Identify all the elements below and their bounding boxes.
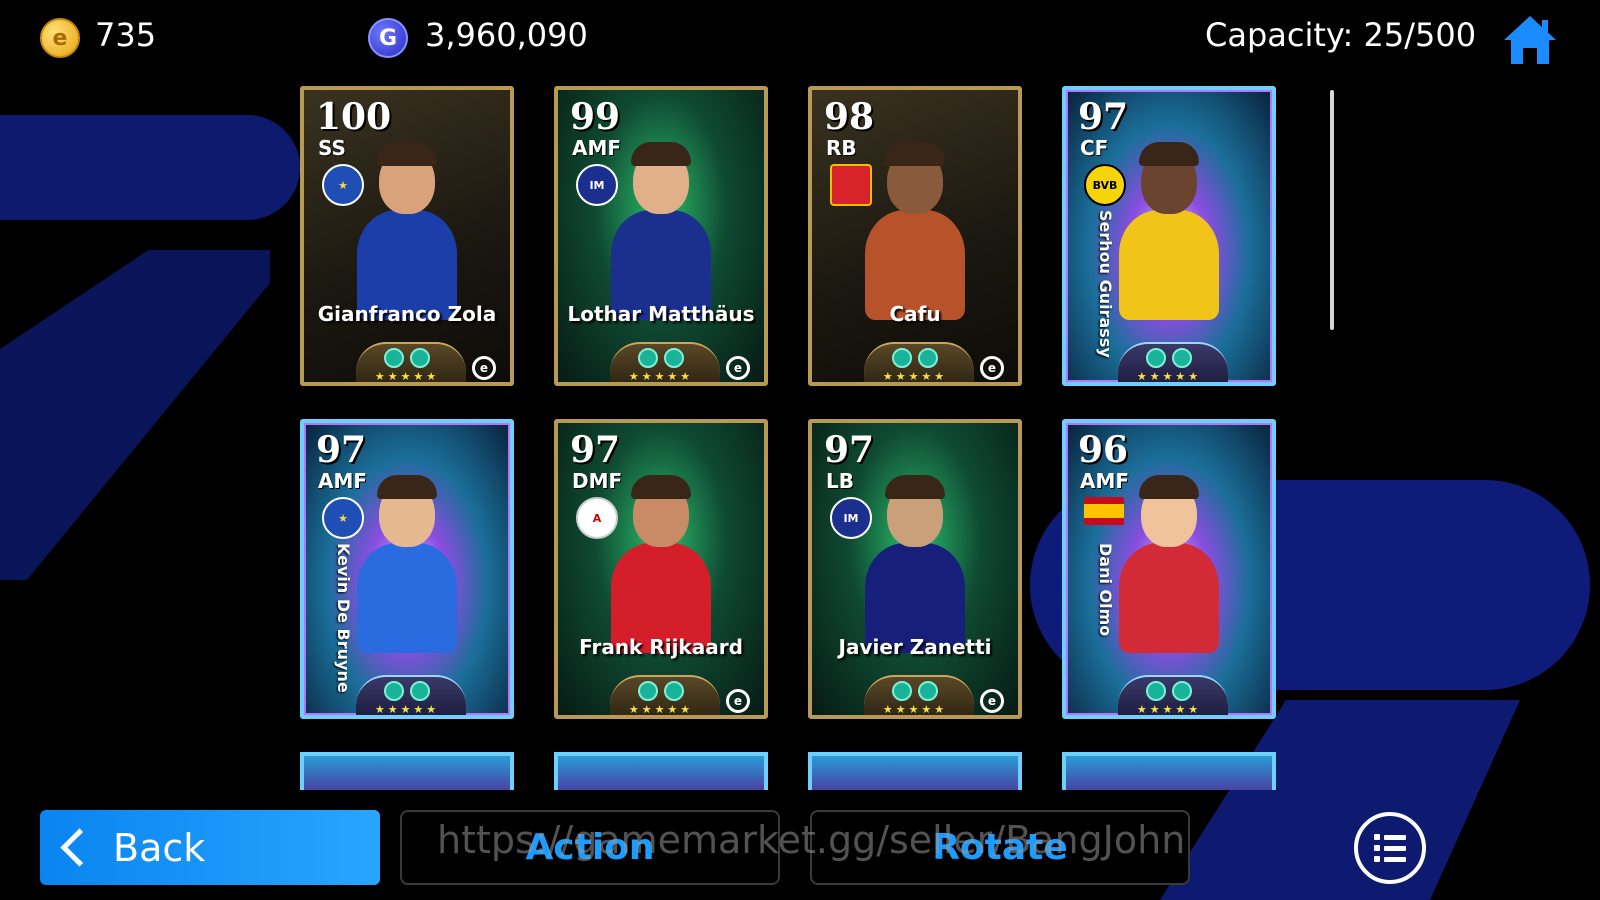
background-stripe bbox=[0, 115, 300, 220]
player-portrait bbox=[591, 463, 731, 663]
player-portrait bbox=[337, 463, 477, 663]
star-rating: ★★★★★ bbox=[374, 703, 440, 716]
background-stripe bbox=[0, 250, 270, 580]
efootball-logo-icon: e bbox=[472, 356, 496, 380]
club-badge-icon bbox=[830, 164, 872, 206]
card-position: RB bbox=[826, 136, 857, 160]
efootball-logo-icon: e bbox=[726, 356, 750, 380]
card-rating: 97 bbox=[1078, 96, 1129, 138]
player-portrait bbox=[591, 130, 731, 330]
player-card[interactable]: 97 CF BVB Serhou Guirassy ★★★★★ bbox=[1062, 86, 1276, 386]
player-name: Cafu bbox=[889, 302, 941, 326]
gp-icon: G bbox=[368, 18, 408, 58]
card-grid: 100 SS ★ Gianfranco Zola ★★★★★ e 99 AMF IM Lothar… bbox=[300, 86, 1305, 790]
player-portrait bbox=[337, 130, 477, 330]
efootball-coin-icon: e bbox=[40, 18, 80, 58]
action-button[interactable]: Action bbox=[400, 810, 780, 885]
card-rating: 97 bbox=[316, 429, 367, 471]
player-name: Dani Olmo bbox=[1096, 543, 1115, 637]
efootball-logo-icon: e bbox=[980, 356, 1004, 380]
back-button[interactable]: Back bbox=[40, 810, 380, 885]
club-badge-icon: A bbox=[576, 497, 618, 539]
player-name: Javier Zanetti bbox=[838, 635, 992, 659]
club-badge-icon: BVB bbox=[1084, 164, 1126, 206]
skill-indicator-icon bbox=[892, 348, 938, 368]
club-badge-icon bbox=[1084, 497, 1124, 525]
player-name: Frank Rijkaard bbox=[579, 635, 743, 659]
card-position: DMF bbox=[572, 469, 623, 493]
card-rating: 96 bbox=[1078, 429, 1129, 471]
skill-indicator-icon bbox=[892, 681, 938, 701]
player-card-partial[interactable] bbox=[300, 752, 514, 790]
card-rating: 98 bbox=[824, 96, 875, 138]
chevron-left-icon bbox=[60, 828, 99, 867]
scrollbar[interactable] bbox=[1330, 90, 1334, 330]
club-badge-icon: ★ bbox=[322, 497, 364, 539]
skill-indicator-icon bbox=[638, 348, 684, 368]
card-rating: 97 bbox=[570, 429, 621, 471]
gp-balance: 3,960,090 bbox=[425, 16, 588, 54]
club-badge-icon: IM bbox=[576, 164, 618, 206]
card-position: CF bbox=[1080, 136, 1109, 160]
card-position: AMF bbox=[572, 136, 622, 160]
player-card[interactable]: 100 SS ★ Gianfranco Zola ★★★★★ e bbox=[300, 86, 514, 386]
skill-indicator-icon bbox=[1146, 348, 1192, 368]
player-portrait bbox=[1099, 130, 1239, 330]
player-name: Kevin De Bruyne bbox=[334, 543, 353, 693]
card-position: AMF bbox=[1080, 469, 1130, 493]
rotate-label: Rotate bbox=[932, 827, 1068, 868]
player-card[interactable]: 98 RB Cafu ★★★★★ e bbox=[808, 86, 1022, 386]
club-badge-icon: IM bbox=[830, 497, 872, 539]
action-label: Action bbox=[525, 827, 655, 868]
efootball-logo-icon: e bbox=[726, 689, 750, 713]
capacity-label: Capacity: 25/500 bbox=[1205, 16, 1477, 54]
card-rating: 100 bbox=[316, 96, 392, 138]
player-name: Gianfranco Zola bbox=[317, 302, 497, 326]
player-card-partial[interactable] bbox=[1062, 752, 1276, 790]
player-card[interactable]: 97 LB IM Javier Zanetti ★★★★★ e bbox=[808, 419, 1022, 719]
player-card[interactable]: 97 AMF ★ Kevin De Bruyne ★★★★★ bbox=[300, 419, 514, 719]
player-portrait bbox=[845, 463, 985, 663]
card-rating: 99 bbox=[570, 96, 621, 138]
club-badge-icon: ★ bbox=[322, 164, 364, 206]
player-portrait bbox=[845, 130, 985, 330]
home-icon[interactable] bbox=[1502, 14, 1558, 66]
back-label: Back bbox=[113, 825, 206, 870]
skill-indicator-icon bbox=[1146, 681, 1192, 701]
skill-indicator-icon bbox=[638, 681, 684, 701]
player-card[interactable]: 99 AMF IM Lothar Matthäus ★★★★★ e bbox=[554, 86, 768, 386]
player-card-partial[interactable] bbox=[554, 752, 768, 790]
list-menu-icon[interactable] bbox=[1354, 812, 1426, 884]
top-bar: e 735 G 3,960,090 Capacity: 25/500 bbox=[0, 0, 1600, 75]
card-rating: 97 bbox=[824, 429, 875, 471]
card-position: AMF bbox=[318, 469, 368, 493]
efootball-logo-icon: e bbox=[980, 689, 1004, 713]
skill-indicator-icon bbox=[384, 348, 430, 368]
card-position: SS bbox=[318, 136, 346, 160]
star-rating: ★★★★★ bbox=[1136, 370, 1202, 383]
player-name: Lothar Matthäus bbox=[567, 302, 755, 326]
skill-indicator-icon bbox=[384, 681, 430, 701]
coin-balance: 735 bbox=[95, 16, 157, 54]
star-rating: ★★★★★ bbox=[1136, 703, 1202, 716]
player-name: Serhou Guirassy bbox=[1096, 210, 1115, 358]
player-card[interactable]: 96 AMF Dani Olmo ★★★★★ bbox=[1062, 419, 1276, 719]
card-position: LB bbox=[826, 469, 854, 493]
player-card-partial[interactable] bbox=[808, 752, 1022, 790]
player-portrait bbox=[1099, 463, 1239, 663]
player-card[interactable]: 97 DMF A Frank Rijkaard ★★★★★ e bbox=[554, 419, 768, 719]
rotate-button[interactable]: Rotate bbox=[810, 810, 1190, 885]
